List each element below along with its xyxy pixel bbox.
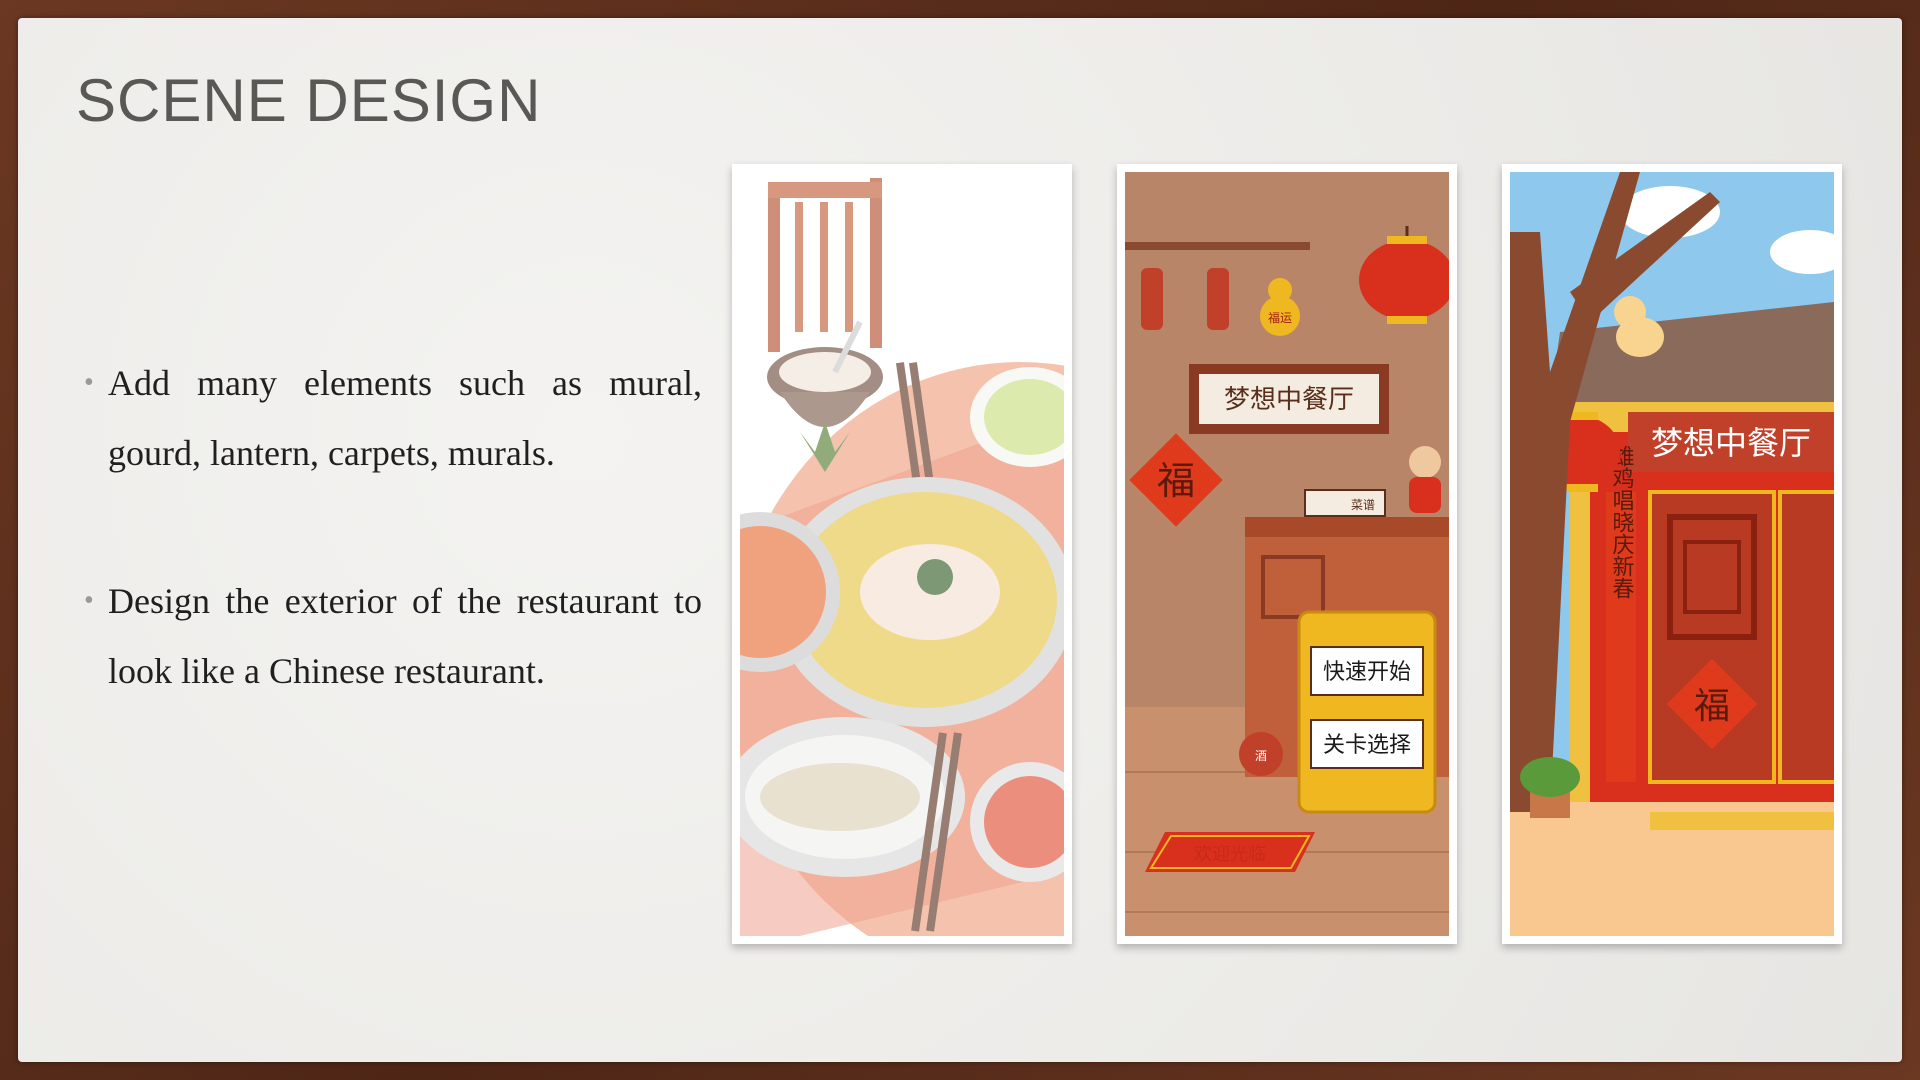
restaurant-exterior-illustration: 梦想中餐厅 雄鸡唱晓庆新春 福	[1502, 164, 1842, 944]
bullet-text: Design the exterior of the restaurant to…	[108, 581, 702, 691]
bullet-list: • Add many elements such as mural, gourd…	[80, 348, 702, 784]
levels-sign-text: 关卡选择	[1323, 733, 1411, 758]
bullet-item: • Design the exterior of the restaurant …	[80, 566, 702, 706]
svg-text:福: 福	[1157, 459, 1195, 503]
food-table-image	[740, 172, 1064, 936]
bullet-text: Add many elements such as mural, gourd, …	[108, 363, 702, 473]
interior-image: 福运 梦想中餐厅 福 菜谱 快速开始 关卡选择 酒 欢迎光临	[1125, 172, 1449, 936]
start-sign-text: 快速开始	[1323, 660, 1411, 685]
interior-sign-text: 梦想中餐厅	[1224, 385, 1354, 415]
bullet-dot-icon: •	[84, 367, 94, 398]
svg-text:福: 福	[1694, 686, 1730, 727]
exterior-image: 梦想中餐厅 雄鸡唱晓庆新春 福	[1510, 172, 1834, 936]
bullet-item: • Add many elements such as mural, gourd…	[80, 348, 702, 488]
svg-text:福运: 福运	[1268, 310, 1292, 325]
svg-text:酒: 酒	[1255, 749, 1267, 763]
slide: SCENE DESIGN • Add many elements such as…	[18, 18, 1902, 1062]
svg-text:欢迎光临: 欢迎光临	[1194, 844, 1266, 865]
bullet-dot-icon: •	[84, 585, 94, 616]
food-table-illustration	[732, 164, 1072, 944]
exterior-sign-text: 梦想中餐厅	[1651, 424, 1811, 462]
slide-title: SCENE DESIGN	[76, 67, 542, 134]
restaurant-interior-illustration: 福运 梦想中餐厅 福 菜谱 快速开始 关卡选择 酒 欢迎光临	[1117, 164, 1457, 944]
svg-text:菜谱: 菜谱	[1351, 498, 1375, 512]
